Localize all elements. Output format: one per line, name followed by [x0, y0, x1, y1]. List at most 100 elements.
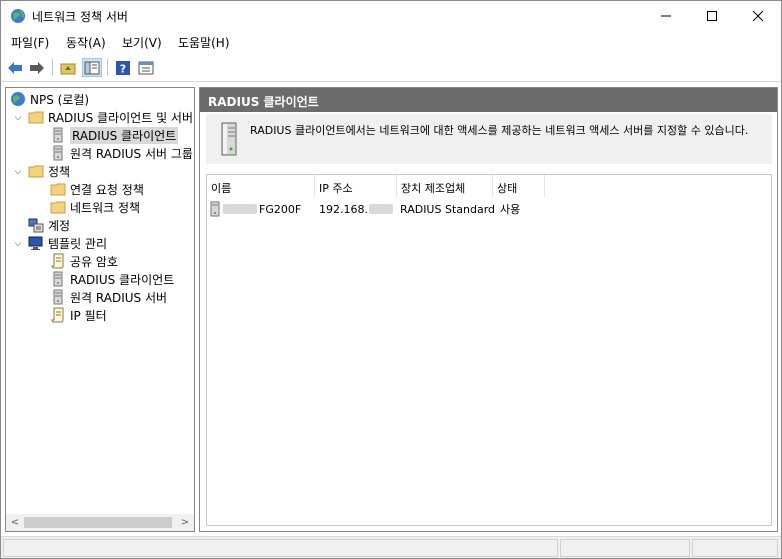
nps-window: 네트워크 정책 서버 파일(F) 동작(A) 보기(V) 도움말(H) ? NP…: [0, 0, 782, 559]
menu-help[interactable]: 도움말(H): [178, 34, 230, 51]
tree-item-shared-secrets[interactable]: 공유 암호: [50, 252, 118, 270]
back-arrow-icon: [8, 61, 22, 74]
tree-item-label: 원격 RADIUS 서버: [70, 290, 168, 305]
maximize-button[interactable]: [689, 1, 735, 31]
up-folder-button[interactable]: [58, 58, 78, 77]
tree-item-network-policies[interactable]: 네트워크 정책: [50, 198, 140, 216]
status-bar: [1, 536, 781, 558]
tree-item-label: RADIUS 클라이언트: [70, 126, 179, 144]
window-title: 네트워크 정책 서버: [32, 10, 128, 24]
scrollbar-thumb[interactable]: [24, 517, 172, 528]
close-icon: [752, 10, 764, 22]
title-bar[interactable]: 네트워크 정책 서버: [1, 1, 781, 31]
tree-item-label: RADIUS 클라이언트: [70, 272, 175, 287]
tree-item-policies[interactable]: 정책: [28, 162, 70, 180]
tree-item-ip-filters[interactable]: IP 필터: [50, 306, 107, 324]
toolbar-separator: [52, 59, 53, 76]
column-header-ip-address[interactable]: IP 주소: [315, 175, 397, 197]
menu-file[interactable]: 파일(F): [11, 34, 49, 51]
console-tree[interactable]: NPS (로컬) ⌵ RADIUS 클라이언트 및 서버 RADIUS 클라이언…: [5, 87, 195, 532]
chevron-down-icon[interactable]: ⌵: [13, 239, 23, 249]
server-icon: [53, 271, 63, 287]
menu-view[interactable]: 보기(V): [122, 34, 162, 51]
description-box: RADIUS 클라이언트에서는 네트워크에 대한 액세스를 제공하는 네트워크 …: [206, 114, 772, 164]
toolbar: ?: [1, 54, 781, 81]
accounting-icon: [28, 218, 44, 233]
tree-item-radius-clients-servers[interactable]: RADIUS 클라이언트 및 서버: [28, 108, 193, 126]
toolbar-divider: [1, 81, 781, 82]
table-row[interactable]: FG200F: [210, 201, 301, 217]
tree-item-label: RADIUS 클라이언트 및 서버: [48, 110, 194, 125]
folder-icon: [28, 111, 44, 124]
help-button[interactable]: ?: [113, 58, 133, 77]
details-header: RADIUS 클라이언트: [200, 88, 777, 112]
status-pane-main: [3, 539, 558, 557]
tree-horizontal-scrollbar[interactable]: < >: [6, 514, 194, 531]
tree-item-template-radius-clients[interactable]: RADIUS 클라이언트: [50, 270, 174, 288]
cell-ip-address: 192.168.: [319, 201, 393, 217]
folder-icon: [50, 183, 66, 196]
template-monitor-icon: [28, 236, 43, 250]
tree-item-nps-local[interactable]: NPS (로컬): [10, 90, 89, 108]
tree-item-label: 정책: [48, 164, 71, 179]
tree-item-label: 원격 RADIUS 서버 그룹: [70, 146, 193, 161]
column-header-name[interactable]: 이름: [207, 175, 315, 197]
status-pane-right: [692, 539, 778, 557]
server-icon: [53, 145, 63, 161]
nps-globe-icon: [11, 9, 25, 23]
tree-item-label: IP 필터: [70, 308, 107, 323]
folder-icon: [28, 165, 44, 178]
tree-item-accounting[interactable]: 계정: [28, 216, 70, 234]
nps-globe-icon: [11, 92, 25, 106]
tree-item-radius-clients[interactable]: RADIUS 클라이언트: [50, 126, 179, 144]
maximize-icon: [707, 11, 717, 21]
minimize-button[interactable]: [643, 1, 689, 31]
menu-action[interactable]: 동작(A): [66, 34, 106, 51]
radius-clients-list[interactable]: 이름 IP 주소 장치 제조업체 상태 FG200F 192.168. RADI…: [206, 174, 772, 526]
cell-vendor: RADIUS Standard: [400, 202, 496, 216]
cell-ip-text: 192.168.: [319, 202, 368, 216]
menu-bar: 파일(F) 동작(A) 보기(V) 도움말(H): [1, 31, 781, 53]
show-hide-tree-button[interactable]: [82, 58, 102, 77]
close-button[interactable]: [735, 1, 781, 31]
column-header-vendor[interactable]: 장치 제조업체: [397, 175, 493, 197]
svg-text:?: ?: [120, 62, 126, 75]
cell-status: 사용: [500, 203, 521, 216]
tree-item-label: 연결 요청 정책: [70, 182, 144, 197]
tree-item-label: 공유 암호: [70, 254, 118, 269]
server-icon: [221, 122, 237, 156]
status-pane-middle: [560, 539, 690, 557]
tree-item-label: 템플릿 관리: [48, 236, 108, 251]
scroll-icon: [51, 253, 64, 269]
server-icon: [210, 201, 220, 217]
tree-item-templates-management[interactable]: 템플릿 관리: [28, 234, 107, 252]
tree-item-label: NPS (로컬): [30, 92, 90, 107]
folder-icon: [50, 201, 66, 214]
cell-name: FG200F: [259, 202, 302, 216]
tree-item-label: 계정: [48, 218, 71, 233]
chevron-down-icon[interactable]: ⌵: [13, 113, 23, 123]
scroll-icon: [51, 307, 64, 323]
redacted-text: [223, 204, 257, 214]
help-icon: ?: [116, 60, 130, 75]
show-hide-tree-icon: [84, 61, 100, 74]
forward-button[interactable]: [27, 58, 47, 77]
server-icon: [53, 289, 63, 305]
forward-arrow-icon: [30, 61, 44, 74]
details-pane: RADIUS 클라이언트 RADIUS 클라이언트에서는 네트워크에 대한 액세…: [199, 87, 778, 532]
redacted-text: [368, 204, 393, 214]
toolbar-separator: [107, 59, 108, 76]
description-text: RADIUS 클라이언트에서는 네트워크에 대한 액세스를 제공하는 네트워크 …: [250, 124, 749, 137]
tree-item-connection-request-policies[interactable]: 연결 요청 정책: [50, 180, 144, 198]
scroll-right-icon[interactable]: >: [178, 516, 192, 529]
tree-item-label: 네트워크 정책: [70, 200, 141, 215]
tree-item-template-remote-radius-servers[interactable]: 원격 RADIUS 서버: [50, 288, 167, 306]
minimize-icon: [661, 15, 671, 17]
tree-item-remote-radius-server-groups[interactable]: 원격 RADIUS 서버 그룹: [50, 144, 193, 162]
scroll-left-icon[interactable]: <: [8, 516, 22, 529]
column-header-status[interactable]: 상태: [493, 175, 545, 197]
chevron-down-icon[interactable]: ⌵: [13, 167, 23, 177]
server-icon: [53, 127, 63, 143]
properties-button[interactable]: [136, 58, 156, 77]
back-button[interactable]: [5, 58, 25, 77]
